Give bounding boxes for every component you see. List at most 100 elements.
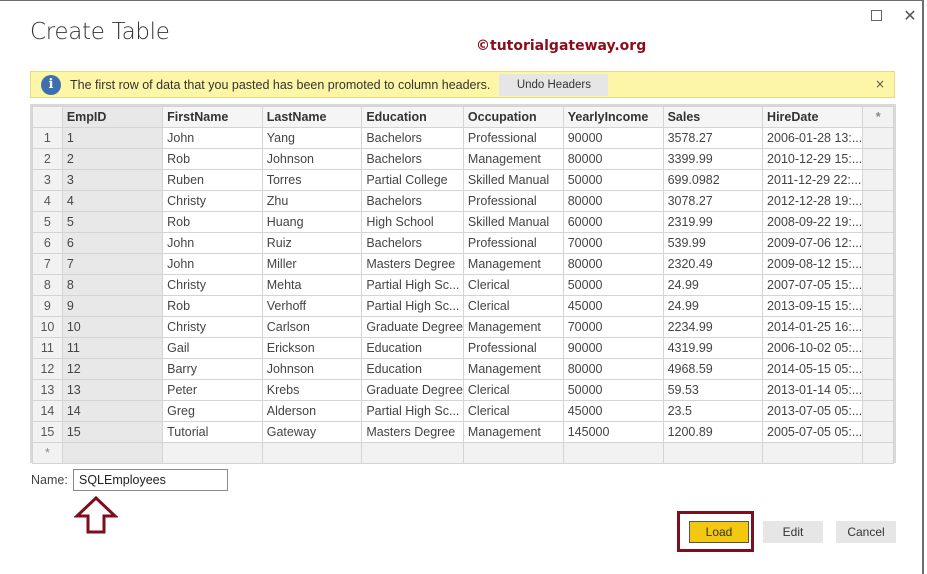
cell-sales[interactable]: 24.99 xyxy=(662,274,764,296)
cell-empid[interactable]: 10 xyxy=(61,316,164,338)
cell-hiredate[interactable]: 2010-12-29 15:... xyxy=(762,148,864,170)
cell-lastname[interactable]: Alderson xyxy=(261,400,363,422)
cell-empid[interactable]: 4 xyxy=(61,190,164,212)
cell-hiredate[interactable]: 2013-01-14 05:... xyxy=(762,379,864,401)
new-row-cell[interactable] xyxy=(261,442,363,464)
cell-yearlyincome[interactable]: 145000 xyxy=(562,421,664,443)
row-number[interactable]: 4 xyxy=(32,190,63,212)
column-header-occupation[interactable]: Occupation xyxy=(462,106,564,128)
row-number[interactable]: 13 xyxy=(32,379,63,401)
cell-yearlyincome[interactable]: 80000 xyxy=(562,148,664,170)
cell-education[interactable]: Partial High Sc... xyxy=(361,295,464,317)
cell-education[interactable]: Partial High Sc... xyxy=(361,274,464,296)
cell-lastname[interactable]: Johnson xyxy=(261,358,363,380)
cell-sales[interactable]: 3399.99 xyxy=(662,148,764,170)
new-row-marker[interactable]: * xyxy=(32,442,63,464)
cell-occupation[interactable]: Clerical xyxy=(462,274,564,296)
row-number[interactable]: 5 xyxy=(32,211,63,233)
cell-yearlyincome[interactable]: 90000 xyxy=(562,337,664,359)
row-number[interactable]: 15 xyxy=(32,421,63,443)
cell-education[interactable]: Masters Degree xyxy=(361,421,464,443)
cell-empid[interactable]: 3 xyxy=(61,169,164,191)
cell-education[interactable]: Graduate Degree xyxy=(361,316,464,338)
column-header-firstname[interactable]: FirstName xyxy=(162,106,263,128)
cell-hiredate[interactable]: 2009-08-12 15:... xyxy=(762,253,864,275)
cancel-button[interactable]: Cancel xyxy=(836,521,896,543)
new-row-cell[interactable] xyxy=(462,442,564,464)
cell-firstname[interactable]: Christy xyxy=(162,190,263,212)
cell-hiredate[interactable]: 2013-07-05 05:... xyxy=(762,400,864,422)
cell-occupation[interactable]: Clerical xyxy=(462,400,564,422)
cell-hiredate[interactable]: 2005-07-05 05:... xyxy=(762,421,864,443)
cell-empid[interactable]: 8 xyxy=(61,274,164,296)
cell-yearlyincome[interactable]: 45000 xyxy=(562,400,664,422)
cell-empid[interactable]: 13 xyxy=(61,379,164,401)
cell-empid[interactable]: 9 xyxy=(61,295,164,317)
cell-empid[interactable]: 14 xyxy=(61,400,164,422)
maximize-button[interactable] xyxy=(864,4,888,26)
cell-lastname[interactable]: Gateway xyxy=(261,421,363,443)
row-number[interactable]: 7 xyxy=(32,253,63,275)
dismiss-banner-icon[interactable]: × xyxy=(875,77,885,91)
column-header-lastname[interactable]: LastName xyxy=(261,106,363,128)
cell-hiredate[interactable]: 2014-05-15 05:... xyxy=(762,358,864,380)
cell-firstname[interactable]: Christy xyxy=(162,274,263,296)
cell-firstname[interactable]: Rob xyxy=(162,211,263,233)
new-row-cell[interactable] xyxy=(562,442,664,464)
cell-education[interactable]: Bachelors xyxy=(361,148,464,170)
cell-lastname[interactable]: Johnson xyxy=(261,148,363,170)
cell-firstname[interactable]: Ruben xyxy=(162,169,263,191)
cell-lastname[interactable]: Carlson xyxy=(261,316,363,338)
cell-occupation[interactable]: Skilled Manual xyxy=(462,211,564,233)
cell-sales[interactable]: 4319.99 xyxy=(662,337,764,359)
cell-occupation[interactable]: Professional xyxy=(462,127,564,149)
new-row-cell[interactable] xyxy=(61,442,164,464)
cell-occupation[interactable]: Skilled Manual xyxy=(462,169,564,191)
cell-education[interactable]: Graduate Degree xyxy=(361,379,464,401)
cell-occupation[interactable]: Professional xyxy=(462,232,564,254)
cell-occupation[interactable]: Clerical xyxy=(462,295,564,317)
row-number[interactable]: 12 xyxy=(32,358,63,380)
new-row-cell[interactable] xyxy=(762,442,864,464)
column-header-empid[interactable]: EmpID xyxy=(61,106,164,128)
cell-hiredate[interactable]: 2014-01-25 16:... xyxy=(762,316,864,338)
cell-firstname[interactable]: Rob xyxy=(162,148,263,170)
cell-lastname[interactable]: Zhu xyxy=(261,190,363,212)
cell-firstname[interactable]: John xyxy=(162,253,263,275)
cell-sales[interactable]: 3078.27 xyxy=(662,190,764,212)
cell-education[interactable]: Partial High Sc... xyxy=(361,400,464,422)
column-header-education[interactable]: Education xyxy=(361,106,464,128)
cell-sales[interactable]: 59.53 xyxy=(662,379,764,401)
undo-headers-button[interactable]: Undo Headers xyxy=(499,73,609,96)
cell-firstname[interactable]: Greg xyxy=(162,400,263,422)
cell-lastname[interactable]: Verhoff xyxy=(261,295,363,317)
cell-firstname[interactable]: John xyxy=(162,127,263,149)
cell-firstname[interactable]: Gail xyxy=(162,337,263,359)
row-number[interactable]: 9 xyxy=(32,295,63,317)
new-row-cell[interactable] xyxy=(662,442,764,464)
cell-lastname[interactable]: Mehta xyxy=(261,274,363,296)
cell-empid[interactable]: 6 xyxy=(61,232,164,254)
cell-yearlyincome[interactable]: 80000 xyxy=(562,358,664,380)
cell-sales[interactable]: 24.99 xyxy=(662,295,764,317)
cell-empid[interactable]: 1 xyxy=(61,127,164,149)
cell-firstname[interactable]: Barry xyxy=(162,358,263,380)
cell-education[interactable]: Bachelors xyxy=(361,232,464,254)
cell-occupation[interactable]: Management xyxy=(462,316,564,338)
cell-lastname[interactable]: Ruiz xyxy=(261,232,363,254)
cell-hiredate[interactable]: 2008-09-22 19:... xyxy=(762,211,864,233)
close-button[interactable]: ✕ xyxy=(898,4,922,26)
column-header-hiredate[interactable]: HireDate xyxy=(762,106,864,128)
add-column-button[interactable]: * xyxy=(862,106,894,128)
cell-yearlyincome[interactable]: 50000 xyxy=(562,169,664,191)
cell-sales[interactable]: 699.0982 xyxy=(662,169,764,191)
cell-hiredate[interactable]: 2011-12-29 22:... xyxy=(762,169,864,191)
cell-sales[interactable]: 2319.99 xyxy=(662,211,764,233)
cell-firstname[interactable]: Rob xyxy=(162,295,263,317)
edit-button[interactable]: Edit xyxy=(763,521,823,543)
cell-lastname[interactable]: Erickson xyxy=(261,337,363,359)
cell-sales[interactable]: 4968.59 xyxy=(662,358,764,380)
cell-hiredate[interactable]: 2009-07-06 12:... xyxy=(762,232,864,254)
cell-empid[interactable]: 11 xyxy=(61,337,164,359)
cell-empid[interactable]: 15 xyxy=(61,421,164,443)
